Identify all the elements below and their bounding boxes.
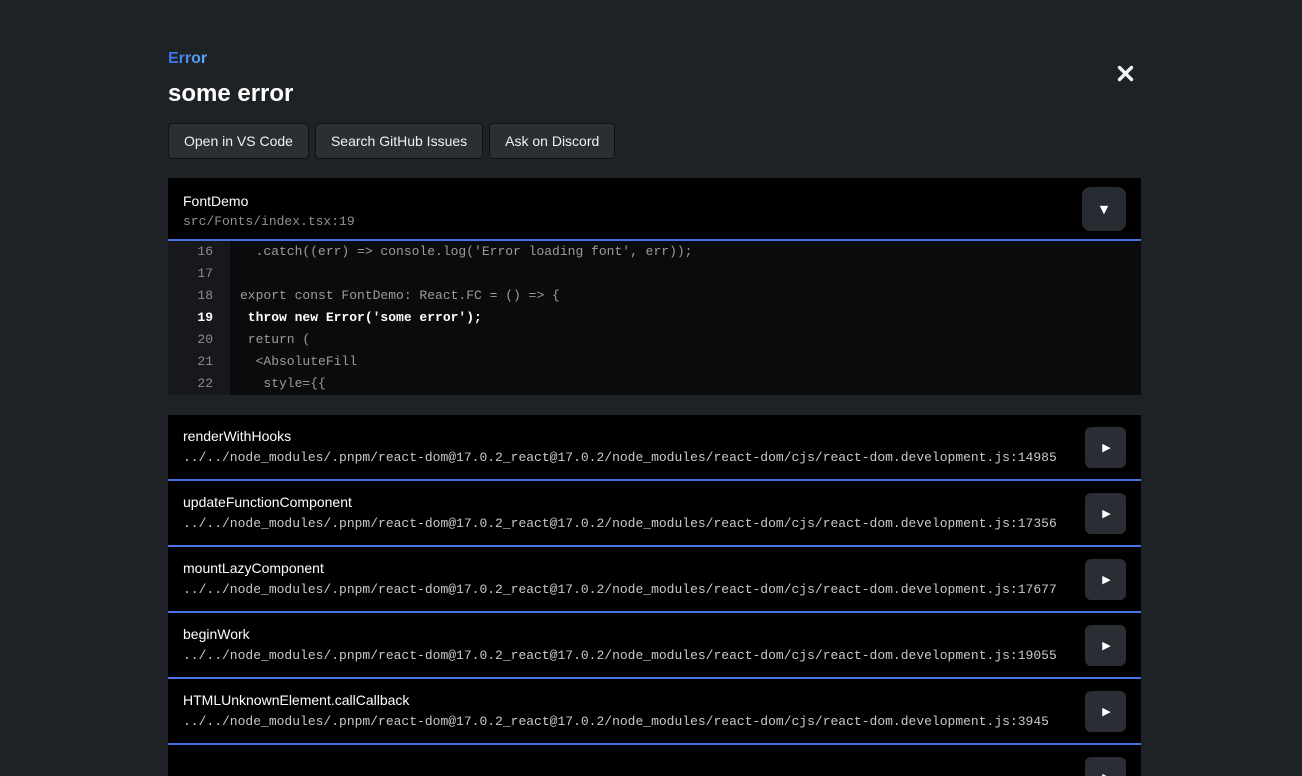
code-frame-header: FontDemo src/Fonts/index.tsx:19 ▼ — [168, 178, 1141, 241]
action-button-label: Ask on Discord — [505, 133, 599, 149]
action-button-label: Open in VS Code — [184, 133, 293, 149]
line-source: .catch((err) => console.log('Error loadi… — [230, 241, 692, 263]
chevron-down-icon: ▼ — [1100, 203, 1108, 216]
expand-frame-button[interactable]: ▶ — [1085, 757, 1126, 776]
play-right-icon: ▶ — [1100, 441, 1110, 454]
stack-frame: renderWithHooks ../../node_modules/.pnpm… — [168, 415, 1141, 481]
stack-frame-location: ../../node_modules/.pnpm/react-dom@17.0.… — [183, 450, 1071, 465]
expand-frame-button[interactable]: ▶ — [1085, 559, 1126, 600]
stack-frame: beginWork ../../node_modules/.pnpm/react… — [168, 613, 1141, 679]
play-right-icon: ▶ — [1100, 705, 1110, 718]
line-number: 21 — [168, 351, 230, 373]
error-type-label: Error — [168, 49, 207, 68]
stack-frame-function: beginWork — [183, 626, 1071, 642]
stack-frame-function: mountLazyComponent — [183, 560, 1071, 576]
collapse-code-button[interactable]: ▼ — [1082, 187, 1126, 231]
code-line: 21 <AbsoluteFill — [168, 351, 1141, 373]
code-line: 17 — [168, 263, 1141, 285]
code-line: 18 export const FontDemo: React.FC = () … — [168, 285, 1141, 307]
open-in-vscode-button[interactable]: Open in VS Code — [168, 123, 309, 159]
code-lines: 16 .catch((err) => console.log('Error lo… — [168, 241, 1141, 395]
stack-frame-location: ../../node_modules/.pnpm/react-dom@17.0.… — [183, 714, 1071, 729]
error-message: some error — [168, 80, 1141, 108]
action-buttons: Open in VS Code Search GitHub Issues Ask… — [168, 123, 1141, 159]
action-button-label: Search GitHub Issues — [331, 133, 467, 149]
play-right-icon: ▶ — [1100, 639, 1110, 652]
line-source: <AbsoluteFill — [230, 351, 357, 373]
stack-frame: HTMLUnknownElement.callCallback ../../no… — [168, 679, 1141, 745]
line-source: export const FontDemo: React.FC = () => … — [230, 285, 560, 307]
stack-frame: updateFunctionComponent ../../node_modul… — [168, 481, 1141, 547]
stack-frame-partial: ▶ — [168, 745, 1141, 776]
line-source: throw new Error('some error'); — [230, 307, 482, 329]
expand-frame-button[interactable]: ▶ — [1085, 625, 1126, 666]
error-overlay: Error some error Open in VS Code Search … — [168, 0, 1141, 776]
line-source — [230, 263, 240, 285]
expand-frame-button[interactable]: ▶ — [1085, 427, 1126, 468]
play-right-icon: ▶ — [1100, 573, 1110, 586]
stack-frame-function: HTMLUnknownElement.callCallback — [183, 692, 1071, 708]
play-right-icon: ▶ — [1100, 507, 1110, 520]
expand-frame-button[interactable]: ▶ — [1085, 691, 1126, 732]
stack-frame-function: renderWithHooks — [183, 428, 1071, 444]
line-number: 17 — [168, 263, 230, 285]
stack-frame-location: ../../node_modules/.pnpm/react-dom@17.0.… — [183, 648, 1071, 663]
ask-on-discord-button[interactable]: Ask on Discord — [489, 123, 615, 159]
line-number: 19 — [168, 307, 230, 329]
line-number: 18 — [168, 285, 230, 307]
code-line: 20 return ( — [168, 329, 1141, 351]
expand-frame-button[interactable]: ▶ — [1085, 493, 1126, 534]
line-number: 16 — [168, 241, 230, 263]
stack-frame-location: ../../node_modules/.pnpm/react-dom@17.0.… — [183, 582, 1071, 597]
code-frame-location: src/Fonts/index.tsx:19 — [183, 214, 1071, 229]
code-frame-card: FontDemo src/Fonts/index.tsx:19 ▼ 16 .ca… — [168, 178, 1141, 395]
stack-frame: mountLazyComponent ../../node_modules/.p… — [168, 547, 1141, 613]
stack-frame-list: renderWithHooks ../../node_modules/.pnpm… — [168, 415, 1141, 776]
code-frame-function: FontDemo — [183, 193, 1071, 210]
line-source: return ( — [230, 329, 310, 351]
line-number: 22 — [168, 373, 230, 395]
stack-frame-function: updateFunctionComponent — [183, 494, 1071, 510]
search-github-issues-button[interactable]: Search GitHub Issues — [315, 123, 483, 159]
code-line: 16 .catch((err) => console.log('Error lo… — [168, 241, 1141, 263]
line-source: style={{ — [230, 373, 326, 395]
play-right-icon: ▶ — [1100, 771, 1110, 776]
stack-frame-location: ../../node_modules/.pnpm/react-dom@17.0.… — [183, 516, 1071, 531]
line-number: 20 — [168, 329, 230, 351]
code-line: 22 style={{ — [168, 373, 1141, 395]
code-line: 19 throw new Error('some error'); — [168, 307, 1141, 329]
